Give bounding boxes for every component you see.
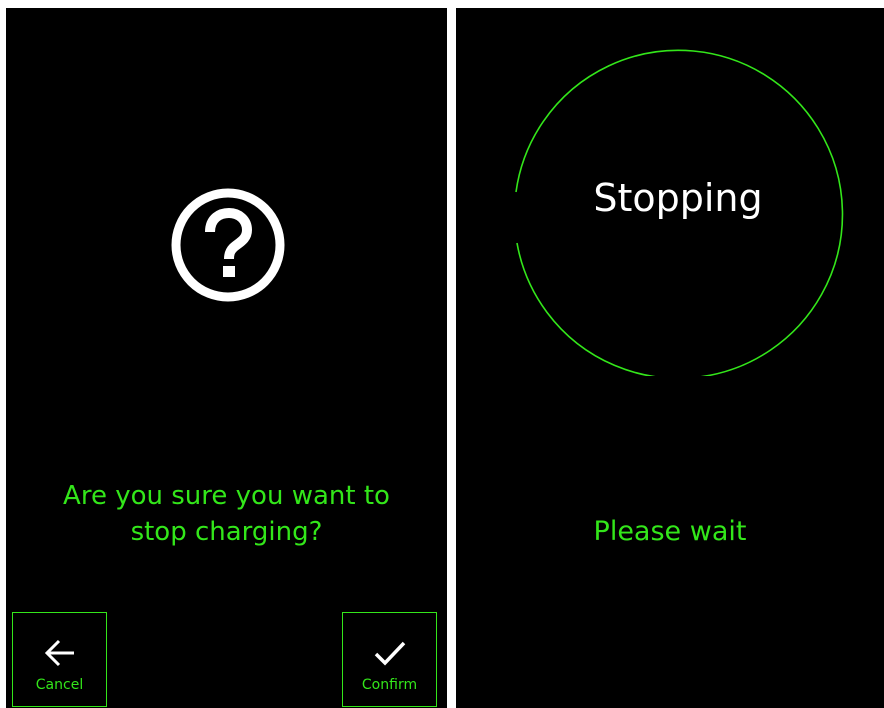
prompt-line-1: Are you sure you want to [63, 481, 390, 511]
confirm-button-label: Confirm [361, 677, 418, 693]
question-circle-icon [171, 188, 285, 302]
stop-charging-prompt: Are you sure you want to stop charging? [6, 478, 447, 550]
cancel-button-label: Cancel [35, 677, 84, 693]
please-wait-text: Please wait [593, 516, 747, 547]
confirm-stop-screen: Are you sure you want to stop charging? … [6, 8, 447, 708]
confirm-button[interactable]: Confirm [342, 612, 437, 707]
checkmark-icon [374, 641, 406, 666]
stopping-screen: Stopping Please wait [456, 8, 884, 708]
cancel-button[interactable]: Cancel [12, 612, 107, 707]
stopping-status: Stopping [593, 176, 763, 220]
prompt-line-2: stop charging? [130, 517, 323, 547]
arrow-left-icon [44, 639, 74, 667]
